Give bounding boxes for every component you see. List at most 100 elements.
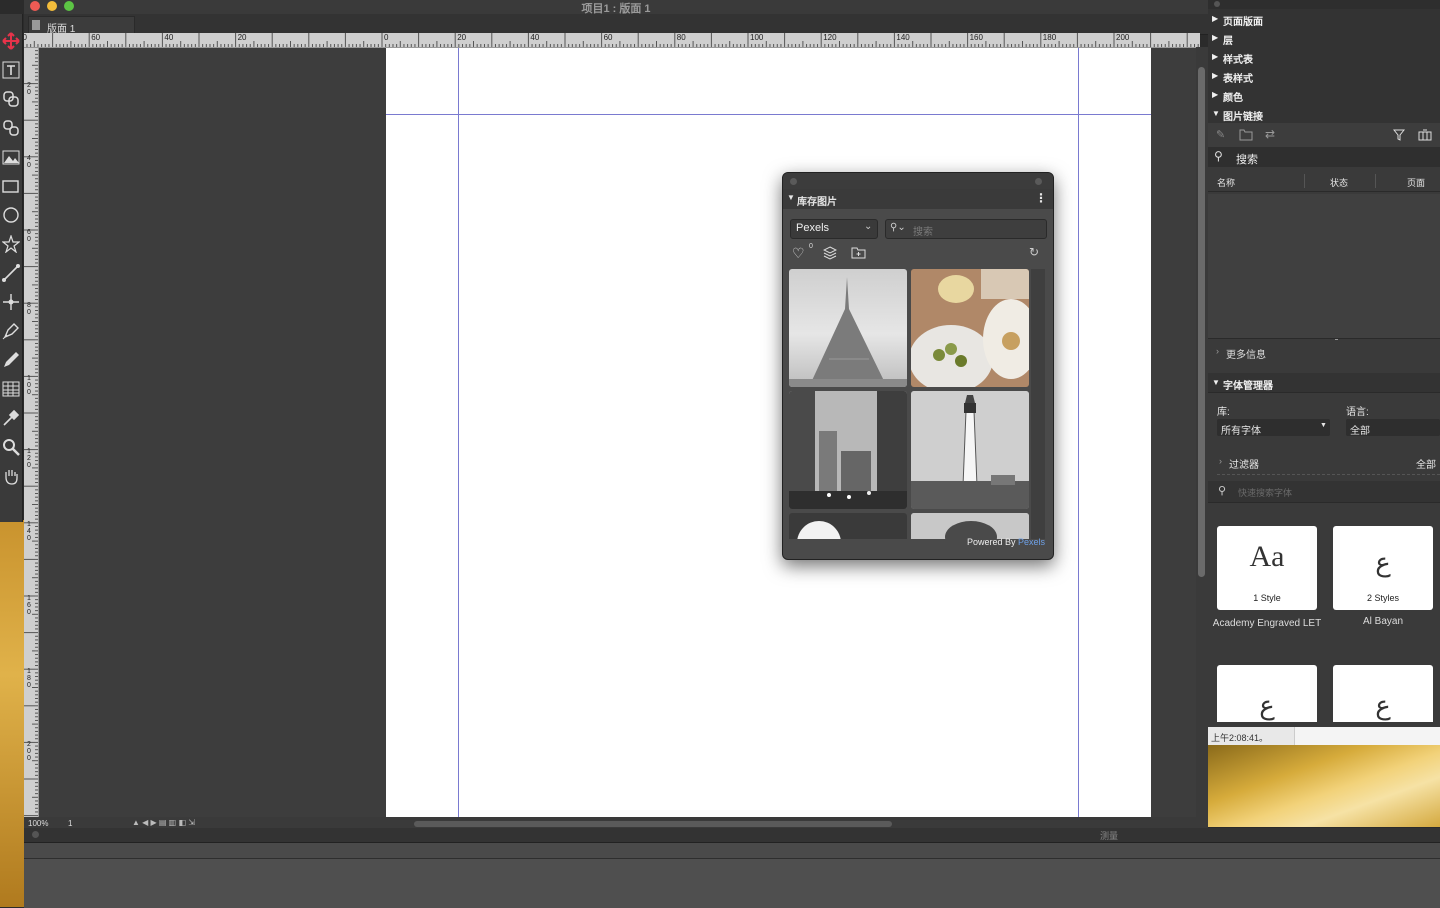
stock-image-city[interactable]	[789, 391, 907, 509]
palette-titlebar[interactable]	[783, 173, 1053, 189]
columns-icon[interactable]	[1418, 129, 1432, 141]
stock-search-input[interactable]: ⚲⌄ 搜索	[885, 219, 1047, 239]
link-tool-icon[interactable]	[0, 86, 22, 112]
links-table-header: 名称 状态 页面	[1208, 171, 1440, 192]
star-icon[interactable]	[0, 231, 22, 257]
bezier-icon[interactable]	[0, 289, 22, 315]
eyedropper-icon[interactable]	[0, 405, 22, 431]
library-dropdown[interactable]: 所有字体 ▼	[1217, 419, 1330, 437]
disclosure-icon: ▶	[1212, 33, 1219, 42]
pexels-link[interactable]: Pexels	[1018, 537, 1045, 547]
close-icon[interactable]	[1214, 1, 1220, 7]
stock-search-placeholder: 搜索	[913, 227, 933, 238]
picture-box-icon[interactable]	[0, 144, 22, 170]
stock-images-palette: ▼ 库存图片 ⋮ Pexels ⌄ ⚲⌄ 搜索 ♡ 0 ↻ Powered By…	[782, 172, 1054, 560]
scrollbar-thumb[interactable]	[1198, 67, 1205, 577]
line-icon[interactable]	[0, 260, 22, 286]
font-style-count: 2 Styles	[1366, 593, 1399, 603]
ruler-label: 6 0	[27, 228, 31, 243]
font-search-placeholder: 快速搜索字体	[1238, 488, 1293, 498]
palette-header[interactable]: ▼ 库存图片 ⋮	[783, 189, 1053, 209]
stock-image-tree[interactable]	[911, 513, 1029, 539]
hand-icon[interactable]	[0, 463, 22, 489]
image-links-search[interactable]: ⚲ 搜索	[1208, 147, 1440, 167]
column-page[interactable]: 页面	[1407, 176, 1425, 189]
layers-icon[interactable]	[823, 246, 837, 260]
font-card[interactable]: ع 2 Styles	[1333, 526, 1433, 610]
provider-value: Pexels	[796, 222, 830, 234]
column-name[interactable]: 名称	[1217, 176, 1235, 189]
document-tab[interactable]: 版面 1	[28, 16, 135, 35]
vertical-ruler[interactable]: 2 0 4 0 6 0 8 0 1 0 0 1 2 0 1 4 0 1 6 0 1 8 0 2 0…	[24, 47, 39, 823]
pen-icon[interactable]	[0, 318, 22, 344]
table-row[interactable]	[1208, 194, 1440, 212]
stock-image-grid	[789, 269, 1045, 539]
colors-palette[interactable]: ▶ 颜色	[1208, 85, 1440, 105]
add-folder-icon[interactable]	[851, 246, 866, 259]
zoom-icon[interactable]	[0, 434, 22, 460]
font-search-input[interactable]: ⚲ 快速搜索字体	[1208, 481, 1440, 503]
disclosure-icon: ▼	[787, 193, 795, 202]
stock-image-food[interactable]	[911, 269, 1029, 387]
palette-grip	[1208, 0, 1440, 9]
stock-image-lighthouse[interactable]	[911, 391, 1029, 509]
update-icon[interactable]: ⇄	[1265, 127, 1275, 141]
search-icon: ⚲	[1214, 149, 1223, 163]
grid-scrollbar[interactable]	[1031, 269, 1045, 539]
vertical-scrollbar[interactable]	[1196, 47, 1208, 817]
clock-time: 上午2:08:41。	[1211, 733, 1269, 743]
font-manager-palette[interactable]: ▼ 字体管理器	[1208, 373, 1440, 393]
text-tool-icon[interactable]	[0, 57, 22, 83]
oval-icon[interactable]	[0, 202, 22, 228]
filter-row[interactable]: › 过滤器 全部	[1217, 452, 1440, 475]
horizontal-ruler[interactable]: 80604020020406080100120140160180200	[24, 33, 1200, 48]
folder-icon[interactable]	[1239, 129, 1253, 141]
horizontal-scrollbar[interactable]	[414, 821, 892, 827]
ruler-label: 20	[457, 33, 467, 42]
filter-icon[interactable]	[1393, 129, 1405, 141]
layers-palette[interactable]: ▶ 层	[1208, 28, 1440, 48]
image-links-palette[interactable]: ▼ 图片链接	[1208, 104, 1440, 124]
page-layout-palette[interactable]: ▶ 页面版面	[1208, 9, 1440, 29]
table-row[interactable]	[1208, 228, 1440, 246]
edit-icon[interactable]: ✎	[1216, 128, 1225, 141]
font-card[interactable]: ع	[1333, 665, 1433, 722]
rectangle-icon[interactable]	[0, 173, 22, 199]
notification-strip: 上午2:08:41。	[1208, 727, 1440, 745]
close-icon[interactable]	[32, 831, 39, 838]
close-icon[interactable]	[790, 178, 797, 185]
disclosure-icon: ▶	[1212, 52, 1219, 61]
right-palettes: ▶ 页面版面 ▶ 层 ▶ 样式表 ▶ 表样式 ▶ 颜色 ▼ 图片链接 ✎ ⇄ ⚲ 搜索 名称…	[1208, 0, 1440, 745]
language-dropdown[interactable]: 全部	[1346, 419, 1440, 437]
more-menu-icon[interactable]: ⋮	[1035, 191, 1047, 205]
font-name: Academy Engraved LET	[1212, 618, 1322, 629]
margin-guide	[1078, 47, 1079, 817]
more-info-row[interactable]: › 更多信息	[1208, 340, 1440, 364]
ruler-label: 40	[164, 33, 174, 42]
ruler-label: 1 2 0	[27, 448, 31, 470]
ruler-label: 1 6 0	[27, 594, 31, 616]
pencil-icon[interactable]	[0, 347, 22, 373]
stock-image-arch[interactable]	[789, 513, 907, 539]
page-icon	[32, 20, 40, 30]
font-card[interactable]: ع	[1217, 665, 1317, 722]
page-nav-icon[interactable]: ▲ ◀ ▶ ▤ ▥ ◧ ⇲	[132, 818, 195, 827]
table-row[interactable]	[1208, 211, 1440, 229]
table-styles-palette[interactable]: ▶ 表样式	[1208, 66, 1440, 86]
font-card[interactable]: Aa 1 Style	[1217, 526, 1317, 610]
table-icon[interactable]	[0, 376, 22, 402]
page-number[interactable]: 1	[68, 819, 72, 828]
favorites-icon[interactable]: ♡	[792, 245, 805, 262]
table-row[interactable]	[1208, 262, 1440, 280]
move-tool-icon[interactable]	[0, 28, 22, 54]
zoom-level[interactable]: 100%	[28, 819, 48, 828]
collapse-icon[interactable]	[1035, 178, 1042, 185]
style-sheets-palette[interactable]: ▶ 样式表	[1208, 47, 1440, 67]
stock-image-tent[interactable]	[789, 269, 907, 387]
unlink-tool-icon[interactable]	[0, 115, 22, 141]
column-status[interactable]: 状态	[1330, 176, 1348, 189]
table-row[interactable]	[1208, 245, 1440, 263]
table-row[interactable]	[1208, 279, 1440, 297]
provider-dropdown[interactable]: Pexels ⌄	[790, 219, 878, 239]
refresh-icon[interactable]: ↻	[1029, 245, 1039, 259]
